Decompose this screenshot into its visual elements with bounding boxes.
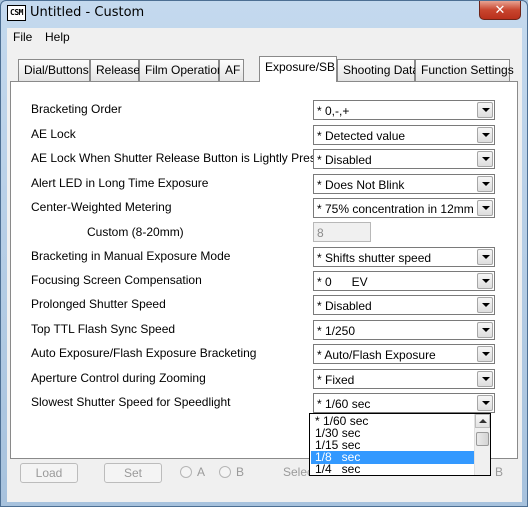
radio-b-label: B: [236, 465, 245, 479]
title-bar[interactable]: CSM Untitled - Custom ✕: [1, 1, 527, 27]
label-prolonged-shutter: Prolonged Shutter Speed: [31, 297, 166, 311]
label-alert-led: Alert LED in Long Time Exposure: [31, 176, 209, 190]
select-value: * Detected value: [317, 129, 406, 143]
custom-range-field[interactable]: 8: [313, 222, 371, 242]
radio-a-label: A: [197, 465, 206, 479]
select-value: * Disabled: [317, 153, 372, 167]
label-slowest-shutter: Slowest Shutter Speed for Speedlight: [31, 395, 231, 409]
chevron-down-icon[interactable]: [477, 200, 493, 216]
chevron-down-icon[interactable]: [477, 102, 493, 118]
close-button[interactable]: ✕: [479, 1, 521, 20]
select-value: * 0 EV: [317, 275, 368, 289]
select-value: * Fixed: [317, 373, 355, 387]
dropdown-scrollbar[interactable]: [474, 414, 490, 475]
select-value: * 0,-,+: [317, 104, 350, 118]
label-ae-lock: AE Lock: [31, 127, 76, 141]
application-window: CSM Untitled - Custom ✕ File Help Dial/B…: [0, 0, 528, 507]
exposure-sb-panel: Bracketing Order * 0,-,+ AE Lock * Detec…: [10, 81, 518, 459]
label-flash-sync: Top TTL Flash Sync Speed: [31, 322, 176, 336]
tab-af[interactable]: AF: [219, 59, 244, 81]
tab-release[interactable]: Release: [90, 59, 140, 81]
select-focusing-screen[interactable]: * 0 EV: [313, 271, 495, 291]
chevron-down-icon[interactable]: [477, 395, 493, 411]
tab-shooting-data[interactable]: Shooting Data: [337, 59, 419, 81]
app-icon: CSM: [7, 5, 26, 21]
set-button[interactable]: Set: [104, 463, 162, 483]
select-flash-sync[interactable]: * 1/250: [313, 320, 495, 340]
tab-dial-buttons[interactable]: Dial/Buttons: [18, 59, 90, 81]
scroll-thumb[interactable]: [476, 432, 489, 446]
chevron-down-icon[interactable]: [477, 249, 493, 265]
tab-function-settings[interactable]: Function Settings: [415, 59, 514, 81]
tab-exposure-sb[interactable]: Exposure/SB: [259, 56, 337, 82]
radio-a[interactable]: [180, 466, 192, 478]
select-bracketing-manual[interactable]: * Shifts shutter speed: [313, 247, 495, 267]
label-custom-range: Custom (8-20mm): [87, 225, 184, 239]
label-bracketing-order: Bracketing Order: [31, 102, 122, 116]
select-ae-lock[interactable]: * Detected value: [313, 125, 495, 145]
menu-help[interactable]: Help: [45, 30, 70, 44]
label-aperture-zooming: Aperture Control during Zooming: [31, 371, 206, 385]
select-bracketing-order[interactable]: * 0,-,+: [313, 100, 495, 120]
select-prolonged-shutter[interactable]: * Disabled: [313, 295, 495, 315]
menu-bar: File Help: [7, 28, 522, 47]
chevron-down-icon[interactable]: [477, 322, 493, 338]
bottom-right-label: B: [495, 465, 504, 479]
chevron-down-icon[interactable]: [477, 346, 493, 362]
menu-file[interactable]: File: [13, 30, 32, 44]
select-auto-bracketing[interactable]: * Auto/Flash Exposure: [313, 344, 495, 364]
label-bracketing-manual: Bracketing in Manual Exposure Mode: [31, 249, 231, 263]
chevron-down-icon[interactable]: [477, 176, 493, 192]
tab-film-operation[interactable]: Film Operation: [139, 59, 224, 81]
select-value: * 75% concentration in 12mm dia: [317, 202, 494, 216]
select-value: * 1/60 sec: [317, 397, 371, 411]
client-area: Dial/Buttons Release Film Operation AF E…: [7, 47, 522, 502]
select-value: * Does Not Blink: [317, 178, 405, 192]
window-title: Untitled - Custom: [30, 5, 145, 20]
chevron-down-icon[interactable]: [477, 127, 493, 143]
select-value: * Shifts shutter speed: [317, 251, 432, 265]
chevron-down-icon[interactable]: [477, 371, 493, 387]
select-slowest-shutter[interactable]: * 1/60 sec: [313, 393, 495, 413]
chevron-down-icon[interactable]: [477, 297, 493, 313]
select-aperture-zooming[interactable]: * Fixed: [313, 369, 495, 389]
select-value: * Disabled: [317, 299, 372, 313]
select-alert-led[interactable]: * Does Not Blink: [313, 174, 495, 194]
label-focusing-screen: Focusing Screen Compensation: [31, 273, 202, 287]
label-center-weighted-metering: Center-Weighted Metering: [31, 200, 172, 214]
label-ae-lock-half-press: AE Lock When Shutter Release Button is L…: [31, 151, 336, 165]
chevron-down-icon[interactable]: [477, 151, 493, 167]
shutter-speed-dropdown-list: * 1/60 sec 1/30 sec 1/15 sec 1/8 sec 1/4…: [309, 413, 491, 476]
scroll-up-icon[interactable]: [475, 414, 490, 428]
select-center-weighted-metering[interactable]: * 75% concentration in 12mm dia: [313, 198, 495, 218]
load-button[interactable]: Load: [20, 463, 78, 483]
chevron-down-icon[interactable]: [477, 273, 493, 289]
radio-b[interactable]: [219, 466, 231, 478]
dropdown-option[interactable]: 1/4 sec: [311, 463, 475, 475]
select-value: * 1/250: [317, 324, 356, 338]
select-ae-lock-half-press[interactable]: * Disabled: [313, 149, 495, 169]
label-auto-bracketing: Auto Exposure/Flash Exposure Bracketing: [31, 346, 257, 360]
select-value: * Auto/Flash Exposure: [317, 348, 436, 362]
